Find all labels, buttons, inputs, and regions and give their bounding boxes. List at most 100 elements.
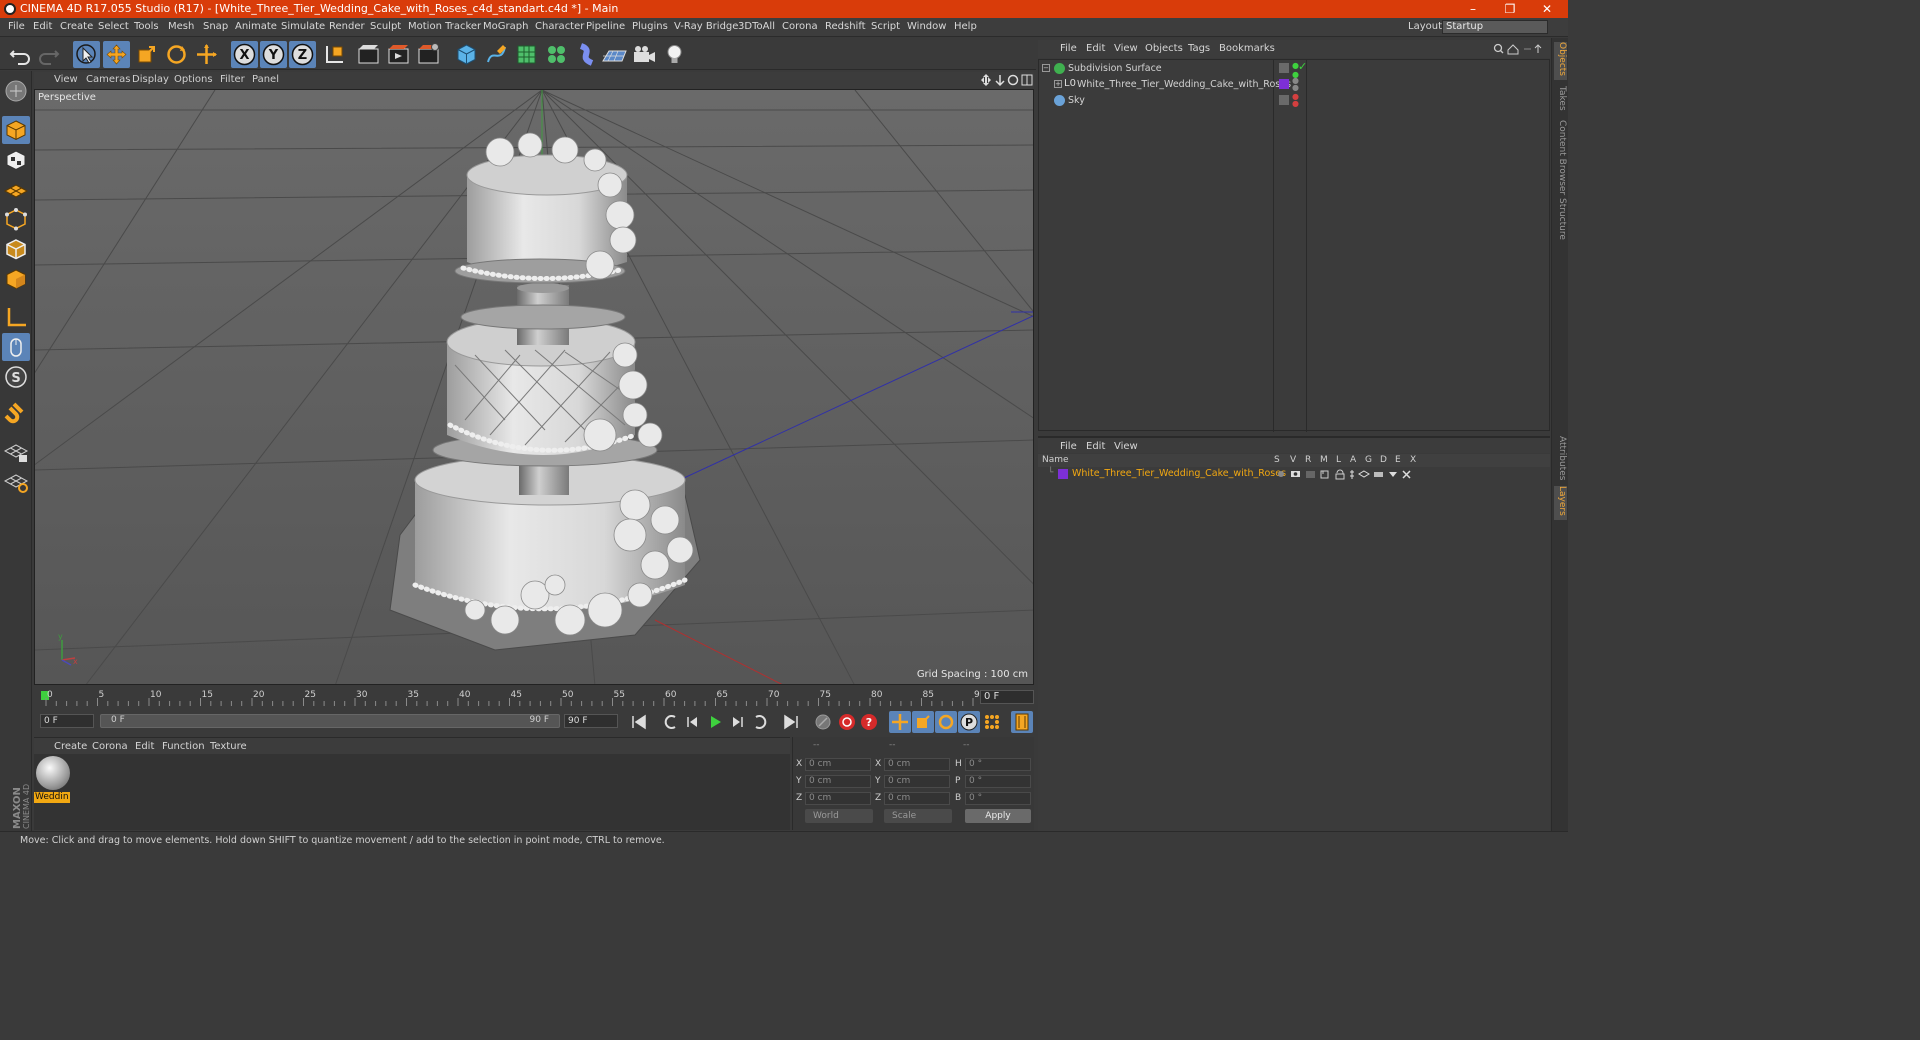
coord-rot-p-field[interactable]: 0 ° — [965, 775, 1031, 788]
tab-objects[interactable]: Objects — [1554, 42, 1567, 80]
pen-spline-icon[interactable] — [483, 41, 510, 68]
coord-size-z-field[interactable]: 0 cm — [884, 792, 950, 805]
cube-icon[interactable] — [453, 41, 480, 68]
key-parameter-icon[interactable]: P — [958, 711, 980, 733]
menu-simulate[interactable]: Simulate — [281, 21, 325, 32]
coord-pos-x-field[interactable]: 0 cm — [805, 758, 871, 771]
perspective-viewport[interactable]: y x Perspective Grid Spacing : 100 cm — [34, 89, 1034, 685]
material-menu-create[interactable]: Create — [54, 741, 87, 752]
tab-takes[interactable]: Takes — [1554, 86, 1567, 112]
play-icon[interactable] — [704, 711, 726, 733]
menu-select[interactable]: Select — [98, 21, 129, 32]
world-coords-icon[interactable] — [321, 41, 348, 68]
x-axis-icon[interactable]: X — [231, 41, 258, 68]
key-point-level-icon[interactable] — [981, 711, 1003, 733]
viewport-nav-icons[interactable] — [980, 73, 1034, 87]
tweak-mode-icon[interactable] — [2, 333, 30, 361]
previous-frame-icon[interactable] — [682, 711, 704, 733]
go-to-start-icon[interactable] — [628, 711, 650, 733]
menu-render[interactable]: Render — [329, 21, 365, 32]
material-menu-edit[interactable]: Edit — [135, 741, 154, 752]
object-manager-tools[interactable] — [1493, 42, 1549, 56]
menu-vray-bridge[interactable]: V-Ray Bridge — [674, 21, 738, 32]
end-frame-field[interactable]: 90 F — [564, 714, 618, 728]
snap-icon[interactable]: S — [2, 363, 30, 391]
layer-col-expressions[interactable]: E — [1395, 455, 1401, 465]
y-axis-icon[interactable]: Y — [260, 41, 287, 68]
layer-col-manager[interactable]: M — [1320, 455, 1328, 465]
object-menu-file[interactable]: File — [1060, 43, 1077, 54]
layer-color-swatch[interactable] — [1279, 79, 1289, 89]
menu-edit[interactable]: Edit — [33, 21, 52, 32]
expand-toggle-icon[interactable]: + — [1054, 80, 1062, 88]
layer-menu-file[interactable]: File — [1060, 441, 1077, 452]
axis-mode-icon[interactable] — [2, 303, 30, 331]
coord-size-x-field[interactable]: 0 cm — [884, 758, 950, 771]
close-button[interactable]: ✕ — [1532, 1, 1562, 17]
model-mode-icon[interactable] — [2, 116, 30, 144]
layer-col-xref[interactable]: X — [1410, 455, 1416, 465]
magnet-icon[interactable] — [2, 400, 30, 428]
menu-sculpt[interactable]: Sculpt — [370, 21, 401, 32]
timeline-layout-icon[interactable] — [1011, 711, 1033, 733]
start-frame-field[interactable]: 0 F — [40, 714, 94, 728]
object-row-subdivision-surface[interactable]: − Subdivision Surface ● ● ✓ — [1039, 60, 1549, 79]
key-position-icon[interactable] — [889, 711, 911, 733]
render-view-icon[interactable] — [355, 41, 382, 68]
layer-col-render[interactable]: R — [1305, 455, 1311, 465]
layer-col-deformers[interactable]: D — [1380, 455, 1387, 465]
layer-col-solo[interactable]: S — [1274, 455, 1280, 465]
object-menu-edit[interactable]: Edit — [1086, 43, 1105, 54]
menu-pipeline[interactable]: Pipeline — [586, 21, 625, 32]
move-axis-icon[interactable] — [193, 41, 220, 68]
go-to-end-icon[interactable] — [780, 711, 802, 733]
layout-select[interactable]: Startup — [1442, 20, 1548, 34]
coord-pos-y-field[interactable]: 0 cm — [805, 775, 871, 788]
visibility-dots-icon[interactable]: ● ● — [1292, 93, 1299, 108]
menu-snap[interactable]: Snap — [203, 21, 228, 32]
tab-layers[interactable]: Layers — [1554, 486, 1567, 520]
menu-mograph[interactable]: MoGraph — [483, 21, 528, 32]
coord-rot-b-field[interactable]: 0 ° — [965, 792, 1031, 805]
menu-window[interactable]: Window — [907, 21, 946, 32]
apply-button[interactable]: Apply — [965, 809, 1031, 823]
material-preview-thumbnail[interactable] — [36, 756, 70, 790]
layer-menu-edit[interactable]: Edit — [1086, 441, 1105, 452]
live-selection-icon[interactable] — [73, 41, 100, 68]
cloner-icon[interactable] — [543, 41, 570, 68]
menu-motion-tracker[interactable]: Motion Tracker — [408, 21, 481, 32]
layer-col-animation[interactable]: A — [1350, 455, 1356, 465]
next-frame-icon[interactable] — [726, 711, 748, 733]
menu-script[interactable]: Script — [871, 21, 900, 32]
object-row-sky[interactable]: Sky ● ● — [1039, 93, 1549, 109]
autokeying-icon[interactable]: ? — [858, 711, 880, 733]
z-axis-icon[interactable]: Z — [289, 41, 316, 68]
keyframe-selection-icon[interactable] — [812, 711, 834, 733]
menu-3dtoall[interactable]: 3DToAll — [738, 21, 775, 32]
coord-mode-world-dropdown[interactable]: World — [805, 809, 873, 823]
object-menu-tags[interactable]: Tags — [1188, 43, 1210, 54]
points-mode-icon[interactable] — [2, 205, 30, 233]
layer-flag-icons[interactable] — [1276, 468, 1416, 480]
camera-icon[interactable] — [631, 41, 658, 68]
previous-key-icon[interactable] — [659, 711, 681, 733]
enabled-checkmark-icon[interactable]: ✓ — [1298, 60, 1307, 73]
planar-workplane-icon[interactable] — [2, 467, 30, 495]
current-frame-field[interactable]: 0 F — [980, 690, 1034, 704]
menu-redshift[interactable]: Redshift — [825, 21, 866, 32]
menu-tools[interactable]: Tools — [134, 21, 159, 32]
key-rotation-icon[interactable] — [935, 711, 957, 733]
redo-icon[interactable] — [36, 41, 63, 68]
next-key-icon[interactable] — [750, 711, 772, 733]
rotate-icon[interactable] — [163, 41, 190, 68]
material-name-label[interactable]: Weddin — [34, 792, 70, 803]
floor-icon[interactable] — [601, 41, 628, 68]
menu-character[interactable]: Character — [535, 21, 584, 32]
layer-col-locked[interactable]: L — [1336, 455, 1341, 465]
menu-plugins[interactable]: Plugins — [632, 21, 668, 32]
layer-col-name[interactable]: Name — [1042, 455, 1069, 465]
coord-pos-z-field[interactable]: 0 cm — [805, 792, 871, 805]
collapse-toggle-icon[interactable]: − — [1042, 64, 1050, 72]
object-menu-bookmarks[interactable]: Bookmarks — [1219, 43, 1275, 54]
minimize-button[interactable]: – — [1458, 1, 1488, 17]
